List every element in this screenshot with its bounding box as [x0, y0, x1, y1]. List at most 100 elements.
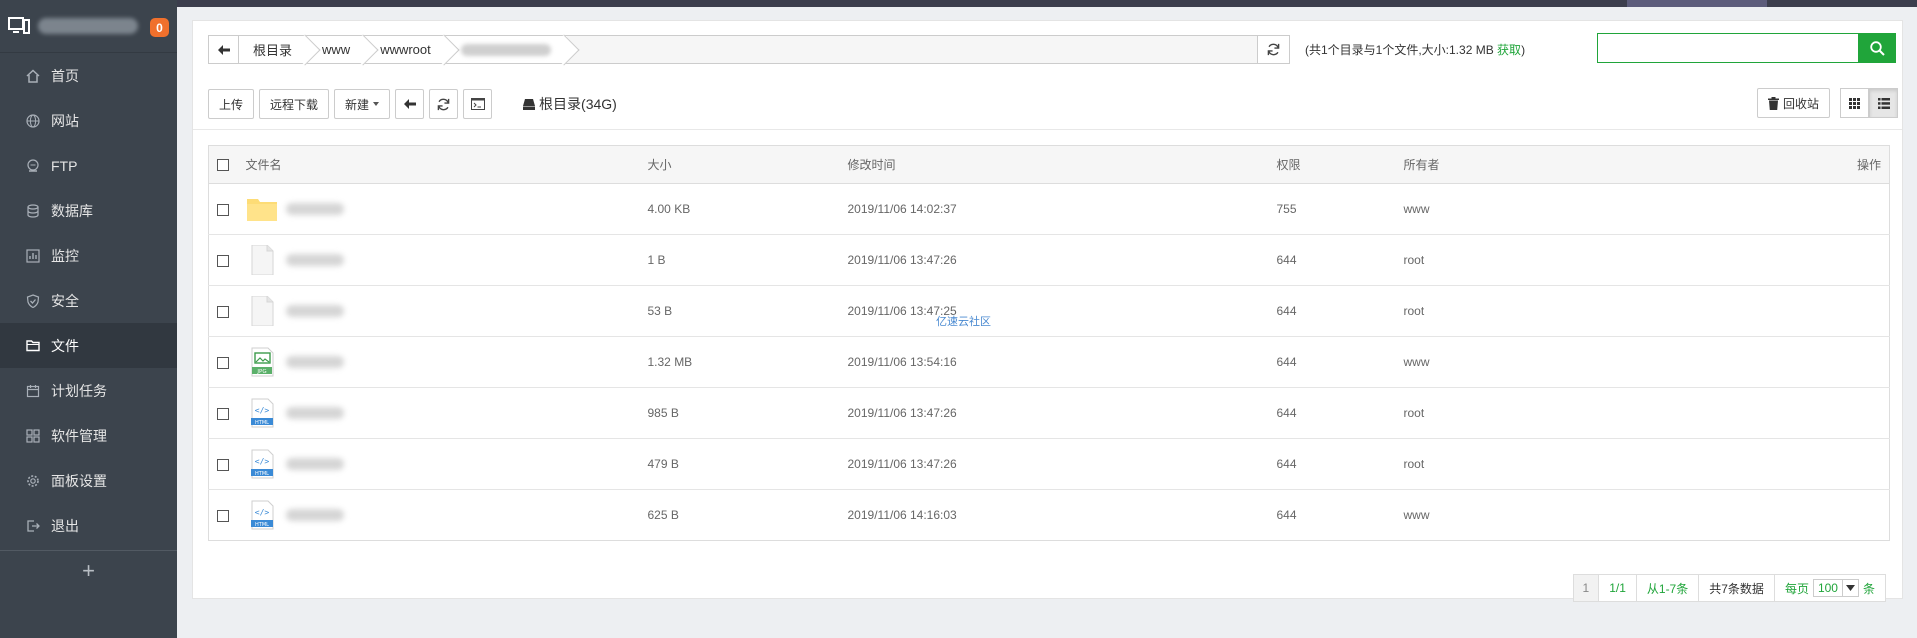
table-row[interactable]: </> HTML 985 B 2019/11/06 13:47:26 644 root [208, 387, 1890, 439]
file-owner[interactable]: root [1403, 387, 1654, 439]
per-page-select[interactable]: 100 [1812, 579, 1859, 597]
list-icon [1877, 97, 1890, 109]
row-checkbox[interactable] [217, 305, 229, 318]
file-size: 1 B [647, 234, 848, 286]
header-name[interactable]: 文件名 [245, 145, 648, 184]
go-back-button[interactable] [395, 89, 425, 119]
sidebar-item-2[interactable]: FTP [0, 143, 177, 188]
table-row[interactable]: </> HTML 479 B 2019/11/06 13:47:26 644 root [208, 438, 1890, 490]
file-owner[interactable]: root [1403, 234, 1654, 286]
file-name-cell[interactable] [246, 245, 648, 275]
refresh-button[interactable] [429, 89, 459, 119]
file-owner[interactable]: www [1404, 490, 1654, 541]
row-checkbox[interactable] [217, 356, 229, 369]
header-modified[interactable]: 修改时间 [847, 145, 1277, 184]
file-name-cell[interactable] [246, 296, 648, 326]
svg-text:JPG: JPG [256, 369, 266, 375]
table-row[interactable]: JPG 1.32 MB 2019/11/06 13:54:16 644 www [208, 336, 1890, 388]
file-owner[interactable]: www [1403, 336, 1654, 388]
search-button[interactable] [1859, 33, 1896, 63]
file-permission[interactable]: 644 [1276, 234, 1404, 286]
file-name-blurred [285, 305, 344, 317]
file-permission[interactable]: 644 [1276, 285, 1404, 337]
file-name-blurred [285, 356, 344, 368]
file-icon [251, 296, 273, 326]
recycle-bin-button[interactable]: 回收站 [1756, 88, 1830, 118]
sidebar-item-7[interactable]: 计划任务 [0, 368, 177, 413]
file-permission[interactable]: 644 [1276, 387, 1404, 439]
file-permission[interactable]: 755 [1276, 183, 1404, 235]
remote-download-button[interactable]: 远程下载 [259, 89, 330, 119]
file-name-cell[interactable]: </> HTML [246, 500, 648, 530]
table-row[interactable]: 4.00 KB 2019/11/06 14:02:37 755 www [208, 183, 1890, 235]
row-checkbox[interactable] [217, 458, 229, 471]
file-name-cell[interactable] [246, 194, 648, 224]
summary-close: ) [1521, 43, 1526, 57]
shield-icon [25, 293, 41, 309]
page-current[interactable]: 1 [1573, 575, 1600, 601]
breadcrumb-label: wwwroot [380, 42, 431, 57]
file-owner[interactable]: www [1403, 183, 1654, 235]
path-input-area[interactable] [566, 36, 1257, 63]
file-modified: 2019/11/06 14:02:37 [847, 183, 1277, 235]
table-row[interactable]: </> HTML 625 B 2019/11/06 14:16:03 644 www [209, 490, 1890, 541]
right-toolbar: 回收站 [1756, 88, 1898, 118]
grid-view-button[interactable] [1840, 88, 1869, 118]
terminal-button[interactable] [463, 89, 493, 119]
hard-drive-icon [523, 98, 536, 110]
file-name-cell[interactable]: </> HTML [246, 398, 648, 428]
file-permission[interactable]: 644 [1276, 438, 1404, 490]
toolbar: 上传 远程下载 新建 根目录(34G) [208, 89, 617, 119]
file-size: 53 B [647, 285, 848, 337]
sidebar-item-label: 网站 [51, 112, 79, 129]
file-name-cell[interactable]: </> HTML [246, 449, 648, 479]
row-checkbox[interactable] [217, 254, 229, 267]
new-dropdown-button[interactable]: 新建 [334, 89, 391, 119]
search-input[interactable] [1597, 33, 1859, 63]
table-row[interactable]: 53 B 2019/11/06 13:47:25 644 root [208, 285, 1890, 337]
chevron-down-icon [1841, 580, 1858, 596]
disk-root-button[interactable]: 根目录(34G) [523, 94, 617, 114]
fetch-size-link[interactable]: 获取 [1497, 43, 1521, 57]
logout-icon [25, 518, 41, 534]
sidebar-item-5[interactable]: 安全 [0, 278, 177, 323]
monitor-chart-icon [25, 248, 41, 264]
file-manager-panel: 根目录 www wwwroot (共1个目录与1个文件,大小:1.32 MB 获… [192, 20, 1903, 602]
file-modified: 2019/11/06 13:47:26 [847, 387, 1277, 439]
file-size: 625 B [647, 508, 679, 522]
file-owner[interactable]: root [1403, 438, 1654, 490]
file-name-cell[interactable]: JPG [246, 347, 648, 377]
caret-down-icon [373, 102, 380, 106]
sidebar-item-3[interactable]: 数据库 [0, 188, 177, 233]
select-all-checkbox[interactable] [217, 159, 229, 172]
sidebar-item-1[interactable]: 网站 [0, 98, 177, 143]
file-permission[interactable]: 644 [1277, 490, 1404, 541]
file-permission[interactable]: 644 [1276, 336, 1404, 388]
file-owner[interactable]: root [1403, 285, 1654, 337]
file-actions [1653, 438, 1890, 490]
row-checkbox[interactable] [217, 203, 229, 216]
row-checkbox[interactable] [217, 407, 229, 420]
table-row[interactable]: 1 B 2019/11/06 13:47:26 644 root [208, 234, 1890, 286]
header-size[interactable]: 大小 [647, 145, 848, 184]
sidebar-item-10[interactable]: 退出 [0, 503, 177, 548]
sidebar-item-0[interactable]: 首页 [0, 53, 177, 98]
monitor-icon [8, 17, 30, 34]
notification-badge[interactable]: 0 [150, 18, 169, 37]
sidebar-item-8[interactable]: 软件管理 [0, 413, 177, 458]
breadcrumb-root[interactable]: 根目录 [239, 36, 309, 63]
sidebar-item-9[interactable]: 面板设置 [0, 458, 177, 503]
file-name-blurred [285, 458, 344, 470]
add-menu-button[interactable]: + [0, 550, 177, 590]
header-actions: 操作 [1653, 145, 1890, 184]
sidebar-item-4[interactable]: 监控 [0, 233, 177, 278]
breadcrumb-blurred[interactable] [446, 36, 567, 63]
path-refresh-button[interactable] [1257, 36, 1289, 63]
file-actions [1654, 490, 1890, 541]
upload-button[interactable]: 上传 [208, 89, 255, 119]
sidebar-item-6[interactable]: 文件 [0, 323, 177, 368]
top-decoration [1627, 0, 1767, 7]
list-view-button[interactable] [1869, 88, 1898, 118]
path-back-button[interactable] [209, 36, 239, 63]
row-checkbox[interactable] [217, 509, 229, 522]
